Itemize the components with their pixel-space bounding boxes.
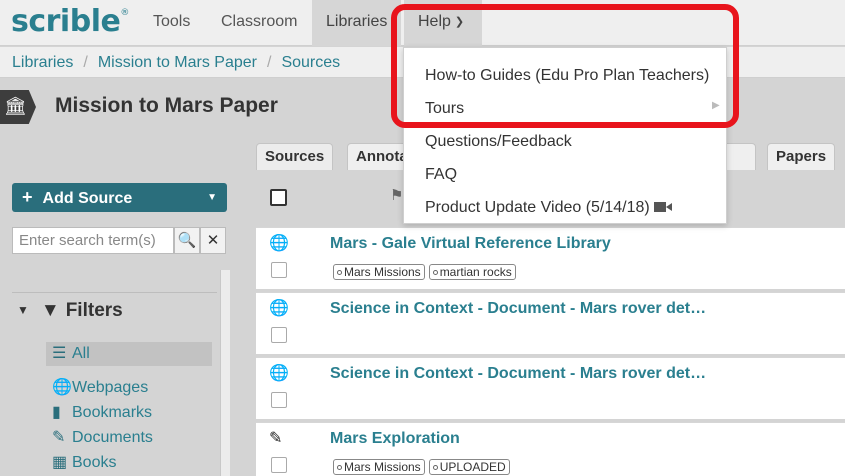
filter-books[interactable]: ▦ Books xyxy=(52,452,116,474)
funnel-icon: ▼ xyxy=(40,300,60,321)
nav-classroom[interactable]: Classroom xyxy=(207,0,311,46)
row-checkbox[interactable] xyxy=(271,392,287,408)
menu-item-faq[interactable]: FAQ xyxy=(425,166,457,184)
source-title[interactable]: Science in Context - Document - Mars rov… xyxy=(330,300,706,318)
tag-icon[interactable]: ⚑ xyxy=(390,186,403,204)
filter-documents[interactable]: ✎ Documents xyxy=(52,427,153,449)
triangle-down-icon: ▼ xyxy=(17,303,29,317)
tab-papers[interactable]: Papers xyxy=(767,143,836,170)
tag-badge[interactable]: Mars Missions xyxy=(333,459,425,475)
nav-tools[interactable]: Tools xyxy=(139,0,204,46)
row-checkbox[interactable] xyxy=(271,457,287,473)
tag-badge[interactable]: UPLOADED xyxy=(428,459,510,475)
globe-icon: 🌐 xyxy=(52,379,72,396)
caret-down-icon: ▼ xyxy=(207,192,217,203)
video-camera-icon xyxy=(653,202,672,212)
source-row[interactable]: 🌐 Science in Context - Document - Mars r… xyxy=(256,292,845,354)
pdf-icon: ✎ xyxy=(269,430,283,447)
filter-webpages[interactable]: 🌐Webpages xyxy=(52,377,148,399)
source-row[interactable]: 🌐 Science in Context - Document - Mars r… xyxy=(256,357,845,419)
divider xyxy=(12,292,217,293)
library-icon: 🏛 xyxy=(0,90,36,124)
plus-icon: + xyxy=(22,187,33,207)
page-title: Mission to Mars Paper xyxy=(55,94,278,117)
add-source-button[interactable]: + Add Source ▼ xyxy=(12,183,227,212)
source-title[interactable]: Science in Context - Document - Mars rov… xyxy=(330,365,706,383)
tag-badge[interactable]: Mars Missions xyxy=(333,264,425,280)
globe-icon: 🌐 xyxy=(269,365,289,382)
breadcrumb-libraries[interactable]: Libraries xyxy=(12,54,73,71)
clear-icon[interactable]: ✕ xyxy=(200,227,226,254)
filter-all[interactable]: ☰ All xyxy=(46,342,212,366)
globe-icon: 🌐 xyxy=(269,235,289,252)
book-icon: ▦ xyxy=(52,454,68,471)
bookmark-icon: ▮ xyxy=(52,404,61,421)
tab-sources[interactable]: Sources xyxy=(256,143,334,170)
source-title[interactable]: Mars Exploration xyxy=(330,430,460,448)
menu-item-product-video[interactable]: Product Update Video (5/14/18) xyxy=(425,199,672,217)
menu-item-questions-feedback[interactable]: Questions/Feedback xyxy=(425,133,572,151)
source-row[interactable]: 🌐 Mars - Gale Virtual Reference Library … xyxy=(256,227,845,289)
select-all-checkbox[interactable] xyxy=(270,189,287,206)
scrible-logo[interactable]: scrible® xyxy=(11,4,129,39)
scrollbar[interactable] xyxy=(220,270,230,476)
nav-libraries[interactable]: Libraries xyxy=(312,0,402,46)
highlight-annotation xyxy=(391,4,739,128)
pdf-icon: ✎ xyxy=(52,429,66,446)
source-row[interactable]: ✎ Mars Exploration Mars Missions UPLOADED xyxy=(256,422,845,476)
row-checkbox[interactable] xyxy=(271,327,287,343)
search-input[interactable]: Enter search term(s) xyxy=(12,227,174,254)
list-icon: ☰ xyxy=(52,345,67,362)
globe-icon: 🌐 xyxy=(269,300,289,317)
source-title[interactable]: Mars - Gale Virtual Reference Library xyxy=(330,235,611,253)
tag-badge[interactable]: martian rocks xyxy=(428,264,516,280)
search-icon[interactable]: 🔍 xyxy=(174,227,200,254)
filters-heading[interactable]: ▼ ▼ Filters xyxy=(17,300,123,322)
breadcrumb-sources[interactable]: Sources xyxy=(281,54,340,71)
filter-bookmarks[interactable]: ▮ Bookmarks xyxy=(52,402,152,424)
breadcrumb-paper[interactable]: Mission to Mars Paper xyxy=(98,54,257,71)
row-checkbox[interactable] xyxy=(271,262,287,278)
